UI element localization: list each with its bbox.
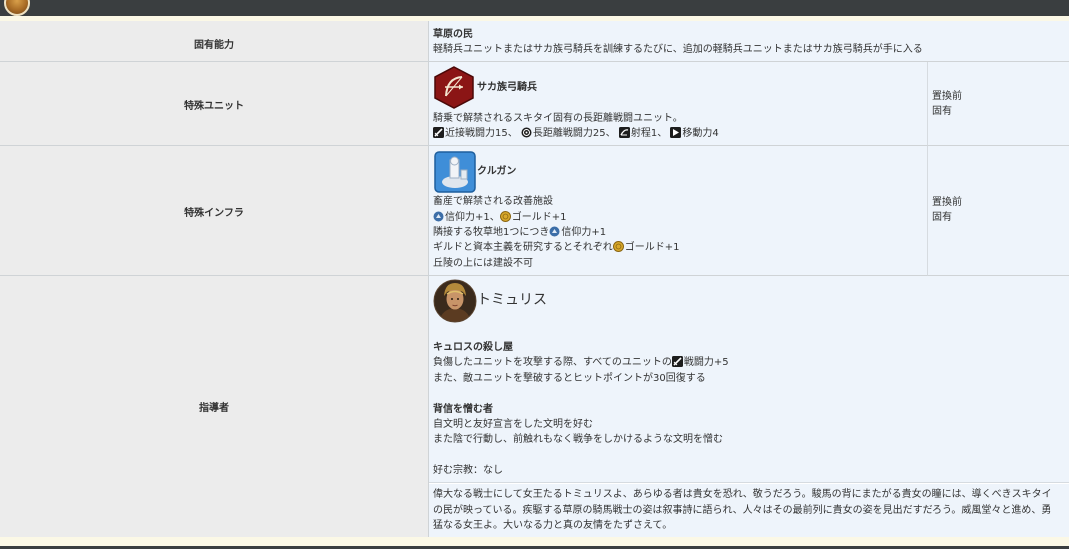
gold-icon bbox=[612, 241, 624, 252]
saka-horse-archer-icon[interactable] bbox=[433, 66, 475, 109]
replaced-label: 置換前 bbox=[932, 91, 962, 102]
adjacency-text: 隣接する牧草地1つにつき bbox=[433, 227, 550, 238]
civ-emblem-icon[interactable] bbox=[4, 0, 30, 16]
leader-name: トミュリス bbox=[477, 292, 547, 308]
stat-ranged: 長距離戦闘力25、 bbox=[532, 128, 616, 139]
combat-strength-icon bbox=[671, 356, 683, 367]
infra-line-restriction: 丘陵の上には建設不可 bbox=[433, 258, 533, 269]
row-label: 特殊ユニット bbox=[184, 101, 244, 112]
row-leader-label-cell: 指導者 bbox=[0, 276, 428, 537]
gold-icon bbox=[499, 211, 511, 222]
kurgan-icon[interactable] bbox=[434, 151, 476, 193]
column-divider bbox=[428, 21, 429, 537]
leader-quote-cell: 偉大なる戦士にして女王たるトミュリスよ、あらゆる者は貴女を恐れ、敬うだろう。駿馬… bbox=[429, 484, 1069, 537]
ability1-line1-text: 負傷したユニットを攻撃する際、すべてのユニットの bbox=[433, 357, 672, 368]
ability-name: 草原の民 bbox=[433, 29, 473, 40]
infra-line-unlock: 畜産で解禁される改善施設 bbox=[433, 196, 553, 207]
stat-melee: 近接戦闘力15、 bbox=[445, 128, 518, 139]
ability2-line2: また陰で行動し、前触れもなく戦争をしかけるような文明を憎む bbox=[433, 434, 723, 445]
ability1-title: キュロスの殺し屋 bbox=[433, 342, 513, 353]
research-gold-text: ゴールド+1 bbox=[624, 242, 680, 253]
gold-yield-text: ゴールド+1 bbox=[511, 212, 567, 223]
melee-strength-icon bbox=[433, 127, 444, 138]
ranged-strength-icon bbox=[521, 127, 532, 138]
row-label: 固有能力 bbox=[194, 40, 234, 51]
movement-icon bbox=[670, 127, 682, 138]
row-infra-replaced-cell: 置換前 固有 bbox=[927, 146, 1069, 276]
tomyris-portrait-icon[interactable] bbox=[433, 279, 477, 323]
faith-icon bbox=[549, 226, 560, 237]
infra-line-research: ギルドと資本主義を研究するとそれぞれ ゴールド+1 bbox=[433, 240, 679, 255]
ability-description: 軽騎兵ユニットまたはサカ族弓騎兵を訓練するたびに、追加の軽騎兵ユニットまたはサカ… bbox=[433, 44, 923, 55]
range-icon bbox=[618, 127, 630, 138]
quote-line-2: の民が映っている。疾駆する草原の騎馬戦士の姿は叙事詩に語られ、人々はその最前列に… bbox=[433, 505, 1052, 516]
replaced-label: 置換前 bbox=[932, 197, 962, 208]
infra-line-adjacency: 隣接する牧草地1つにつき 信仰力+1 bbox=[433, 225, 606, 240]
ability1-line1: 負傷したユニットを攻撃する際、すべてのユニットの 戦闘力+5 bbox=[433, 355, 729, 370]
replaced-value: 固有 bbox=[932, 106, 952, 117]
ability2-line1: 自文明と友好宣言をした文明を好む bbox=[433, 419, 593, 430]
quote-line-3: 猛なる女王よ。大いなる力と真の友情をたずさえて。 bbox=[433, 520, 673, 531]
row-label: 指導者 bbox=[199, 403, 229, 414]
favored-religion: 好む宗教：なし bbox=[433, 465, 503, 476]
stat-range: 射程1、 bbox=[630, 128, 668, 139]
quote-line-1: 偉大なる戦士にして女王たるトミュリスよ、あらゆる者は貴女を恐れ、敬うだろう。駿馬… bbox=[433, 489, 1052, 500]
footer-divider bbox=[0, 537, 1069, 546]
row-infra-content-cell: クルガン 畜産で解禁される改善施設 信仰力+1、 ゴールド+1 隣接する牧草地1つ… bbox=[429, 146, 927, 276]
row-unit-replaced-cell: 置換前 固有 bbox=[927, 62, 1069, 146]
faith-yield-text: 信仰力+1、 bbox=[445, 212, 500, 223]
replaced-value: 固有 bbox=[932, 212, 952, 223]
row-unit-label-cell: 特殊ユニット bbox=[0, 62, 428, 146]
unit-stats: 近接戦闘力15、 長距離戦闘力25、 射程1、 移動力4 bbox=[433, 126, 719, 141]
ability2-title: 背信を憎む者 bbox=[433, 404, 493, 415]
row-label: 特殊インフラ bbox=[184, 208, 244, 219]
unit-name: サカ族弓騎兵 bbox=[477, 82, 537, 93]
infra-line-yield: 信仰力+1、 ゴールド+1 bbox=[433, 210, 567, 225]
row-infra-label-cell: 特殊インフラ bbox=[0, 146, 428, 276]
row-unit-content-cell: サカ族弓騎兵 騎乗で解禁されるスキタイ固有の長距離戦闘ユニット。 近接戦闘力15… bbox=[429, 62, 927, 146]
ability1-bonus-text: 戦闘力+5 bbox=[683, 357, 729, 368]
faith-icon bbox=[433, 211, 444, 222]
unit-description: 騎乗で解禁されるスキタイ固有の長距離戦闘ユニット。 bbox=[433, 113, 683, 124]
row-ability-content-cell: 草原の民 軽騎兵ユニットまたはサカ族弓騎兵を訓練するたびに、追加の軽騎兵ユニット… bbox=[429, 21, 1069, 62]
research-text: ギルドと資本主義を研究するとそれぞれ bbox=[433, 242, 613, 253]
adjacency-faith-text: 信仰力+1 bbox=[561, 227, 607, 238]
stat-movement: 移動力4 bbox=[682, 128, 719, 139]
top-bar bbox=[0, 0, 1069, 16]
infra-name: クルガン bbox=[477, 166, 517, 177]
row-leader-content-cell: トミュリス キュロスの殺し屋 負傷したユニットを攻撃する際、すべてのユニットの戦… bbox=[429, 276, 1069, 483]
row-ability-label-cell: 固有能力 bbox=[0, 21, 428, 62]
ability1-line2: また、敵ユニットを撃破するとヒットポイントが30回復する bbox=[433, 373, 706, 384]
